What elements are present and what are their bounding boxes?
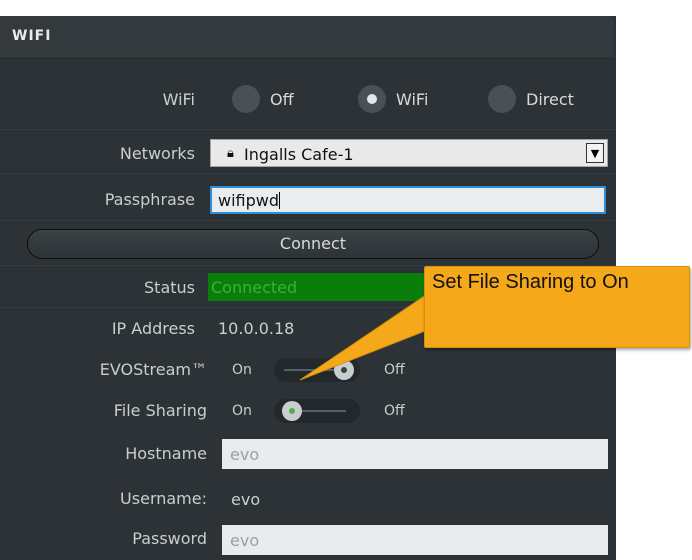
annotation-callout: Set File Sharing to On	[424, 266, 690, 348]
callout-text: Set File Sharing to On	[432, 271, 629, 293]
